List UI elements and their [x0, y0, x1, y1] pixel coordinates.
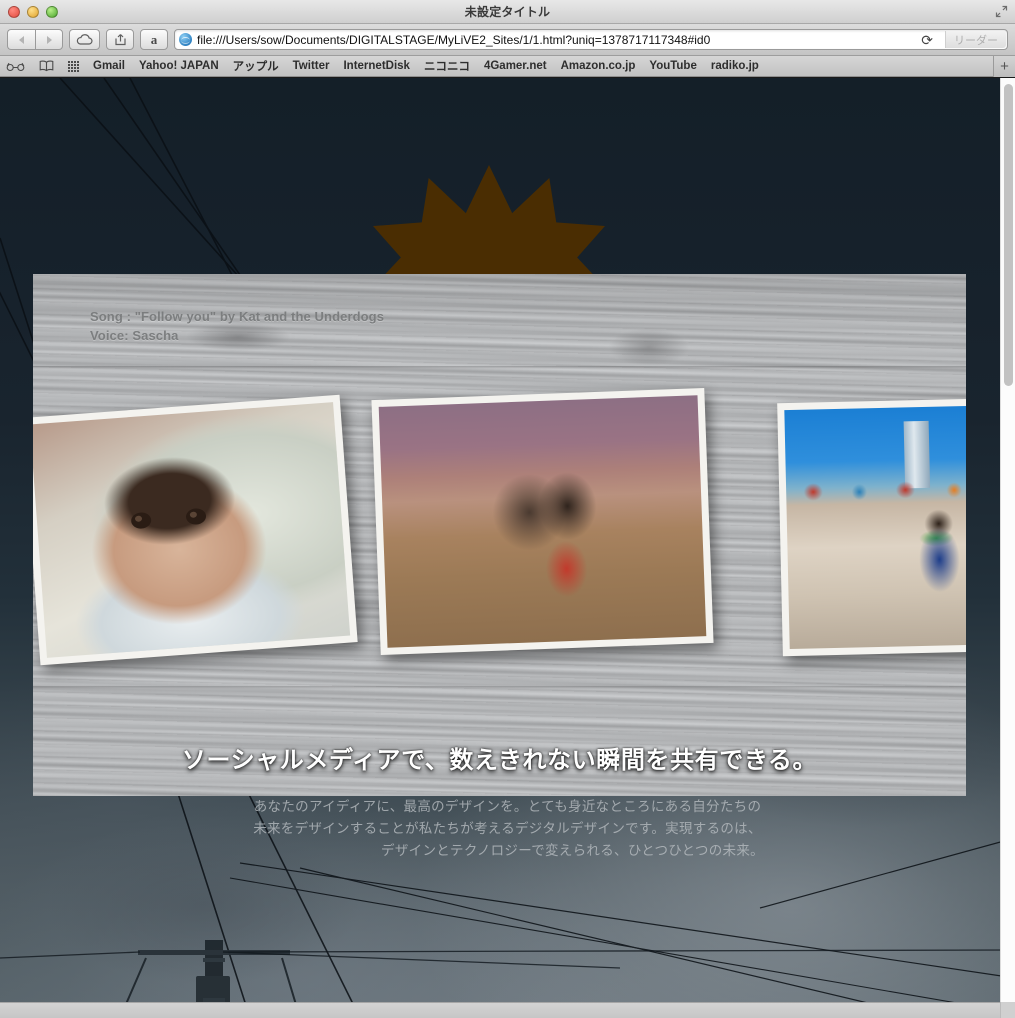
bookmark-yahoo-japan[interactable]: Yahoo! JAPAN — [139, 60, 219, 72]
boy-on-beach-photo[interactable] — [777, 396, 966, 657]
bookmark-internetdisk[interactable]: InternetDisk — [343, 60, 409, 72]
bookmark-radiko[interactable]: radiko.jp — [711, 60, 759, 72]
bookmark-4gamer[interactable]: 4Gamer.net — [484, 60, 547, 72]
forward-button[interactable] — [35, 29, 63, 50]
voice-credit-line: Voice: Sascha — [90, 328, 179, 343]
fullscreen-icon[interactable] — [995, 5, 1008, 18]
reload-button[interactable]: ⟳ — [921, 32, 933, 48]
bookmarks-bar: Gmail Yahoo! JAPAN アップル Twitter Internet… — [0, 56, 1015, 77]
vertical-scrollbar[interactable] — [1000, 78, 1015, 1002]
share-button[interactable] — [106, 29, 134, 50]
amazon-extension-button[interactable]: a — [140, 29, 168, 50]
icloud-tabs-button[interactable] — [69, 29, 100, 50]
reader-button[interactable]: リーダー — [945, 31, 1006, 48]
globe-icon — [179, 33, 192, 46]
bookmark-apple[interactable]: アップル — [233, 58, 279, 74]
back-arrow-icon — [19, 35, 24, 44]
body-copy-line: デザインとテクノロジーで変えられる、ひとつひとつの未来。 — [381, 843, 764, 858]
baby-portrait-photo[interactable] — [33, 394, 358, 666]
decorative-shape — [185, 507, 207, 526]
forward-arrow-icon — [46, 35, 52, 44]
wood-seam — [33, 366, 966, 369]
back-button[interactable] — [7, 29, 35, 50]
url-text: file:///Users/sow/Documents/DIGITALSTAGE… — [197, 32, 711, 47]
body-copy-line: あなたのアイディアに、最高のデザインを。とても身近なところにある自分たちの — [253, 799, 762, 814]
slideshow-subtitle: ソーシャルメディアで、数えきれない瞬間を共有できる。 — [181, 747, 818, 774]
slideshow-panel[interactable]: Song : "Follow you" by Kat and the Under… — [33, 274, 966, 796]
decorative-shape — [130, 511, 152, 530]
song-credit-line: Song : "Follow you" by Kat and the Under… — [90, 309, 385, 324]
two-children-hug-photo[interactable] — [371, 387, 714, 656]
bookmarks-icon[interactable] — [39, 60, 54, 72]
bookmark-amazon-cojp[interactable]: Amazon.co.jp — [561, 60, 636, 72]
page-body-copy: あなたのアイディアに、最高のデザインを。とても身近なところにある自分たちの 未来… — [0, 796, 1015, 862]
scrollbar-corner — [1000, 1002, 1015, 1018]
safari-window: 未設定タイトル a file:///Users/sow/Documents/DI… — [0, 0, 1015, 1018]
minimize-window-button[interactable] — [27, 6, 39, 18]
navigation-buttons — [7, 29, 63, 50]
photo-image — [33, 402, 351, 658]
song-credits: Song : "Follow you" by Kat and the Under… — [90, 307, 384, 345]
wood-seam — [33, 686, 966, 689]
bookmark-twitter[interactable]: Twitter — [293, 60, 330, 72]
page-viewport: Song : "Follow you" by Kat and the Under… — [0, 78, 1015, 1018]
share-icon — [114, 34, 126, 46]
bookmark-nicnico[interactable]: ニコニコ — [424, 58, 470, 74]
browser-toolbar: a file:///Users/sow/Documents/DIGITALSTA… — [0, 24, 1015, 56]
amazon-a-label: a — [150, 31, 158, 47]
bookmark-gmail[interactable]: Gmail — [93, 60, 125, 72]
address-bar[interactable]: file:///Users/sow/Documents/DIGITALSTAGE… — [174, 29, 1008, 50]
bookmark-youtube[interactable]: YouTube — [649, 60, 696, 72]
new-tab-button[interactable]: + — [993, 56, 1015, 77]
close-window-button[interactable] — [8, 6, 20, 18]
window-titlebar: 未設定タイトル — [0, 0, 1015, 24]
top-sites-icon[interactable] — [68, 60, 79, 72]
cloud-icon — [76, 34, 93, 45]
horizontal-scrollbar[interactable] — [0, 1002, 1015, 1018]
zoom-window-button[interactable] — [46, 6, 58, 18]
window-title: 未設定タイトル — [464, 5, 551, 19]
traffic-light-buttons — [8, 6, 58, 18]
body-copy-line: 未来をデザインすることが私たちが考えるデジタルデザインです。実現するのは、 — [253, 821, 762, 836]
photo-image — [378, 395, 707, 648]
reading-list-icon[interactable] — [6, 62, 25, 71]
decorative-shape — [785, 475, 966, 504]
photo-image — [784, 403, 966, 650]
vertical-scrollbar-thumb[interactable] — [1004, 84, 1013, 386]
